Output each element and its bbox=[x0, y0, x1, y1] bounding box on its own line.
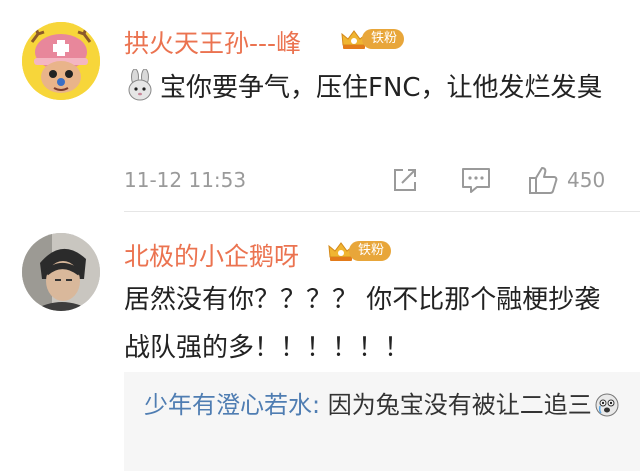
username[interactable]: 拱火天王孙---峰 bbox=[124, 24, 301, 60]
sub-reply[interactable]: 少年有澄心若水: 因为兔宝没有被让二追三 bbox=[124, 372, 640, 471]
comment-text: 居然没有你？？？？ 你不比那个融梗抄袭战队强的多！！！！！！ bbox=[124, 285, 601, 363]
comment-icon bbox=[462, 168, 490, 193]
badge-label: 铁粉 bbox=[349, 241, 392, 261]
sub-reply-body: 因为兔宝没有被让二追三 bbox=[320, 391, 592, 419]
reply-button[interactable] bbox=[460, 162, 492, 198]
share-button[interactable] bbox=[390, 162, 420, 198]
comment-text: 宝你要争气，压住FNC，让他发烂发臭 bbox=[124, 64, 624, 112]
crying-face-emoji-icon bbox=[595, 393, 619, 417]
photo-avatar-icon bbox=[22, 233, 100, 311]
timestamp: 11-12 11:53 bbox=[124, 168, 247, 192]
comment-item: 拱火天王孙---峰 铁粉 宝你要争气，压住FNC，让他发烂发臭 11-12 11… bbox=[0, 0, 640, 212]
like-button[interactable]: 450 bbox=[527, 162, 605, 198]
username[interactable]: 北极的小企鹅呀 bbox=[124, 237, 299, 273]
comment-body: 宝你要争气，压住FNC，让他发烂发臭 bbox=[160, 73, 603, 103]
sub-reply-text: 少年有澄心若水: 因为兔宝没有被让二追三 bbox=[144, 386, 624, 424]
fan-badge[interactable]: 铁粉 bbox=[340, 27, 405, 51]
like-count: 450 bbox=[567, 168, 606, 192]
chopper-avatar-icon bbox=[22, 22, 100, 100]
sub-reply-author[interactable]: 少年有澄心若水: bbox=[144, 391, 320, 419]
avatar[interactable] bbox=[22, 22, 100, 100]
share-icon bbox=[394, 169, 416, 191]
avatar[interactable] bbox=[22, 233, 100, 311]
thumbs-up-icon bbox=[529, 167, 558, 194]
bunny-emoji-icon bbox=[128, 69, 152, 101]
comment-divider bbox=[124, 211, 640, 212]
fan-badge[interactable]: 铁粉 bbox=[327, 239, 392, 263]
badge-label: 铁粉 bbox=[362, 29, 405, 49]
